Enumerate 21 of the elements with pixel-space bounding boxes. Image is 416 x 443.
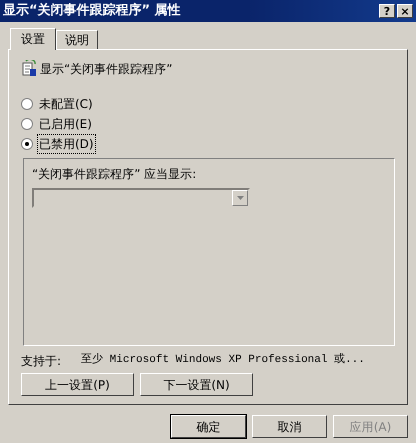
supported-label: 支持于: [21, 353, 62, 370]
tab[interactable]: 说明 [56, 30, 98, 49]
policy-title: 显示“关闭事件跟踪程序” [40, 61, 172, 78]
tab[interactable]: 设置 [10, 28, 56, 50]
policy-icon [21, 60, 37, 78]
help-button[interactable]: ? [379, 4, 395, 18]
radio-label[interactable]: 已禁用(D) [38, 135, 95, 153]
dialog-button[interactable]: 确定 [171, 415, 246, 438]
dropdown-arrow-icon [236, 196, 244, 200]
radio-label[interactable]: 未配置(C) [38, 95, 94, 113]
close-button[interactable]: × [397, 4, 413, 18]
option-label: “关闭事件跟踪程序” 应当显示: [32, 166, 198, 183]
radio-button[interactable] [21, 138, 33, 150]
nav-button[interactable]: 上一设置(P) [21, 373, 134, 396]
radio-label[interactable]: 已启用(E) [38, 115, 93, 133]
dialog-button[interactable]: 取消 [252, 415, 327, 438]
window-title: 显示“关闭事件跟踪程序” 属性 [3, 2, 182, 20]
supported-value: 至少 Microsoft Windows XP Professional 或... [81, 352, 365, 368]
nav-button[interactable]: 下一设置(N) [140, 373, 253, 396]
radio-button[interactable] [21, 118, 33, 130]
radio-button[interactable] [21, 98, 33, 110]
